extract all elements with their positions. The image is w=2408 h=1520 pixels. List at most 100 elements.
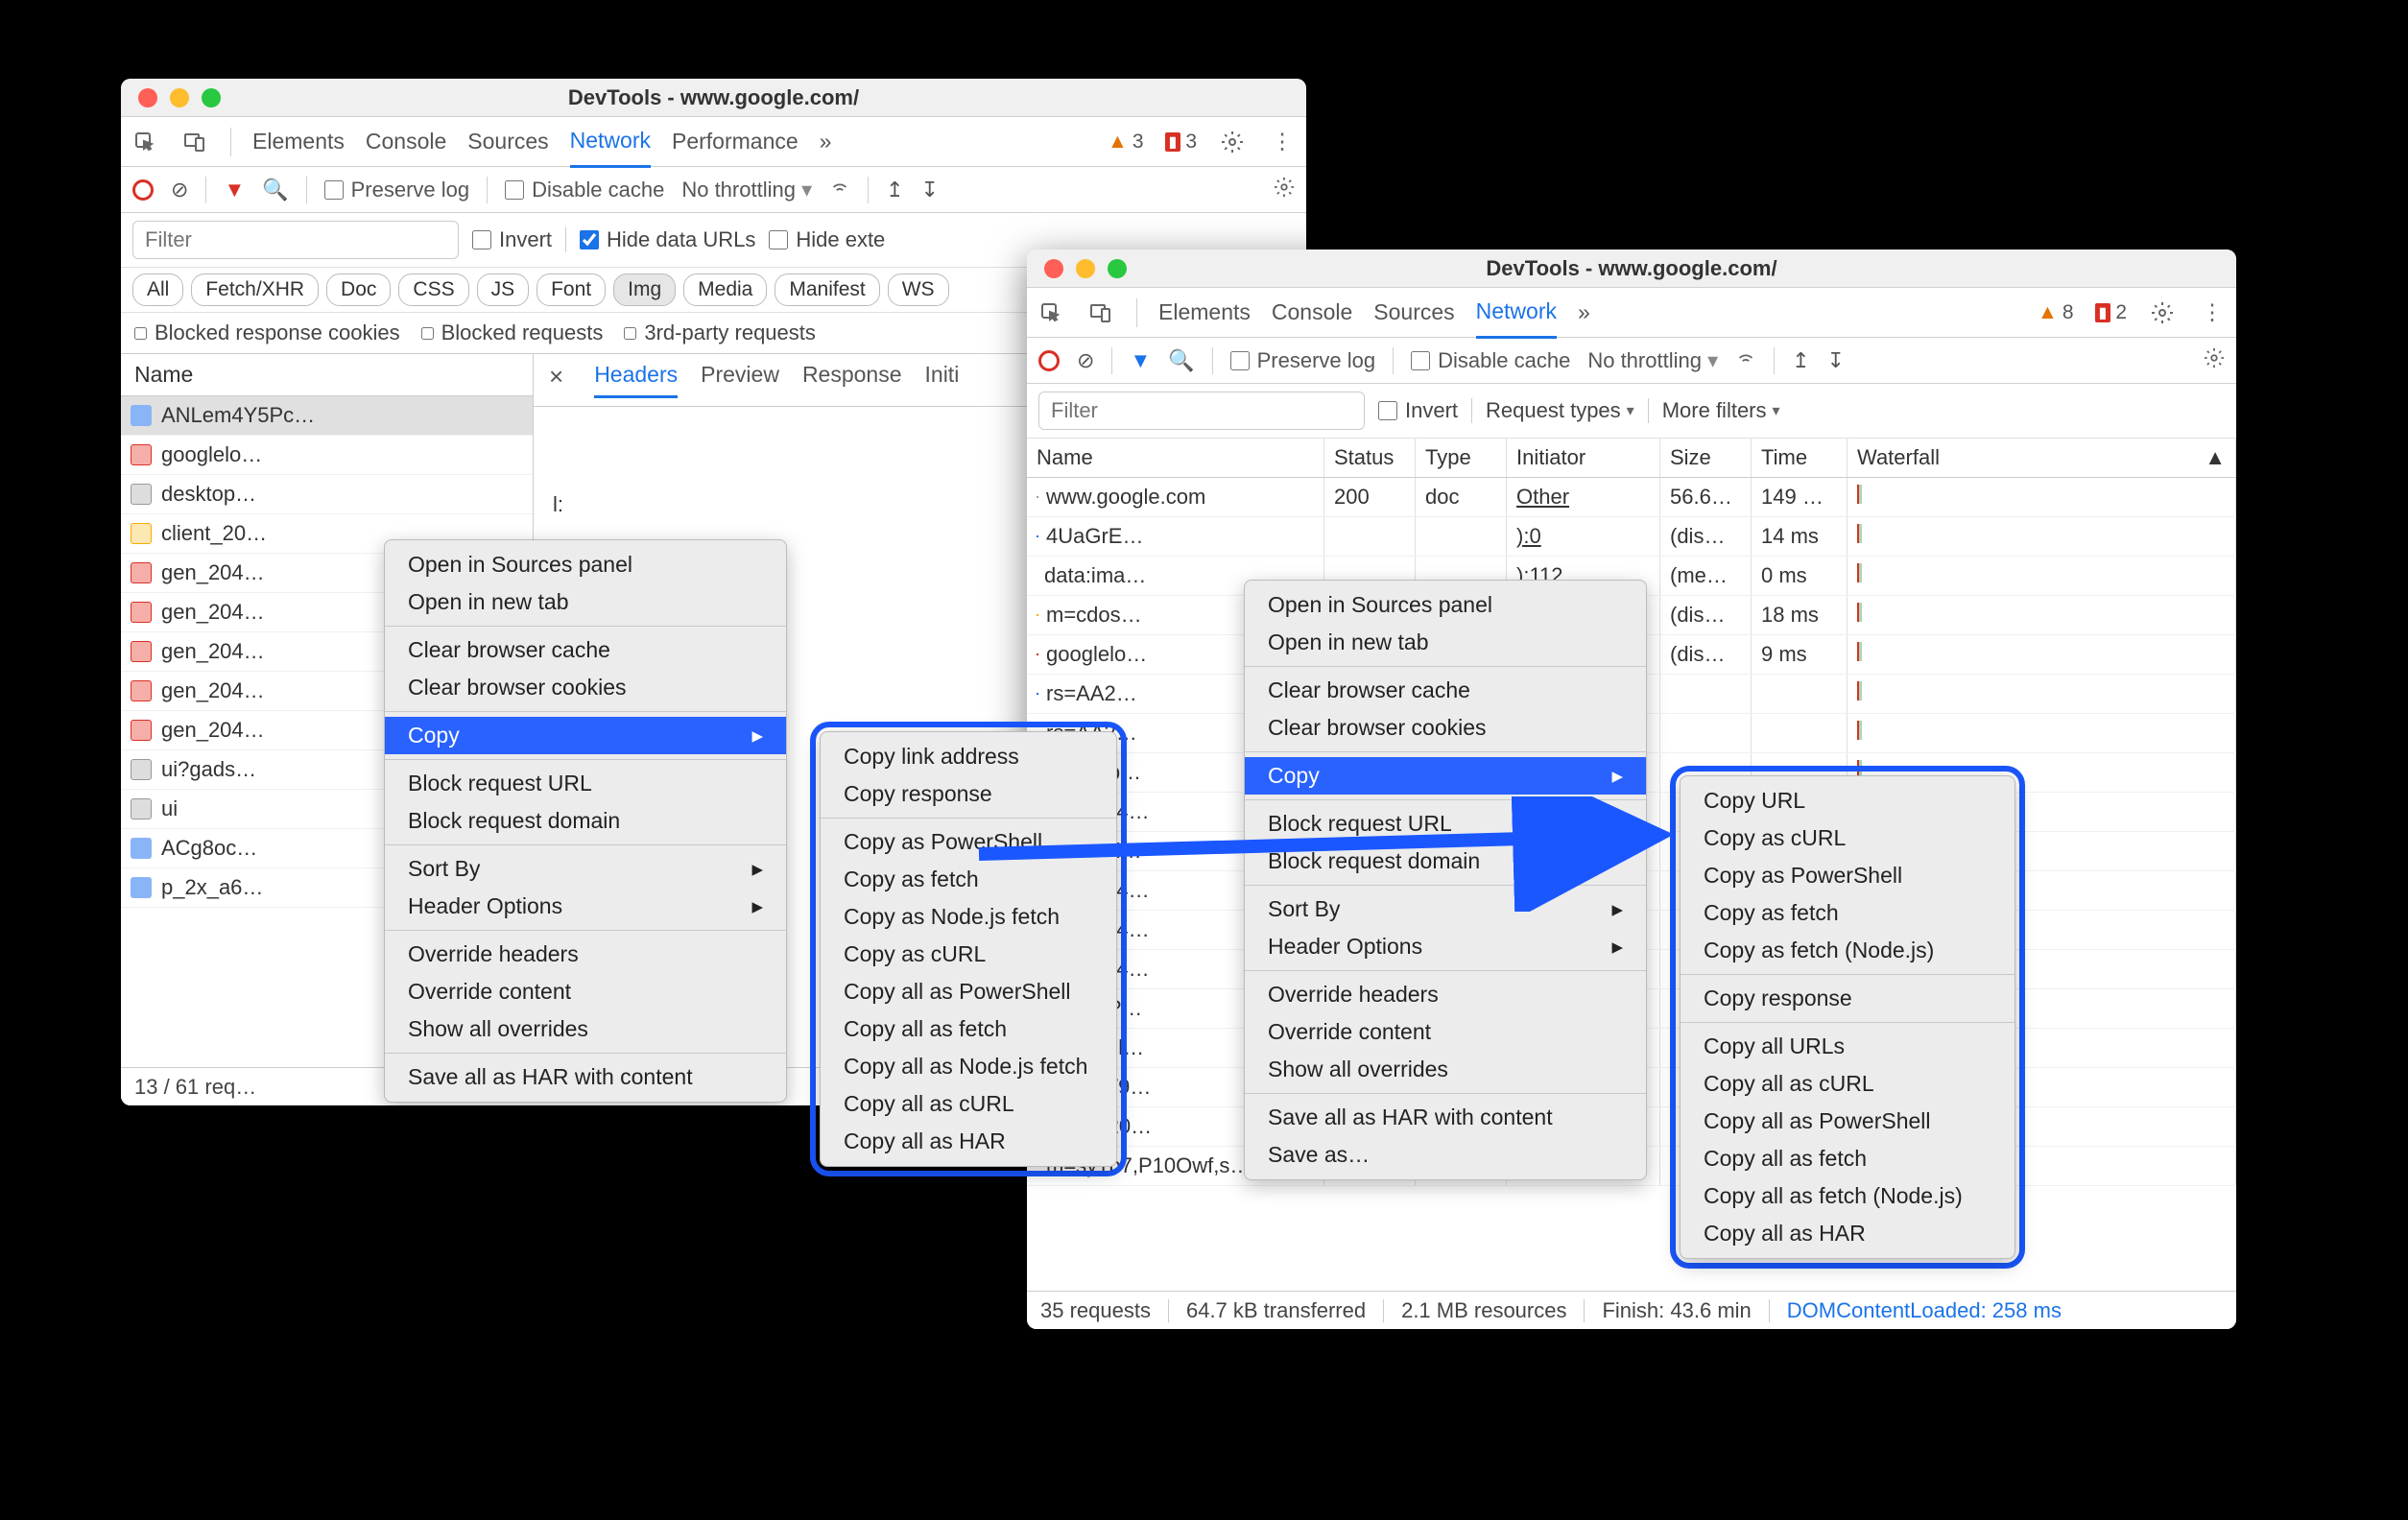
chip-all[interactable]: All — [132, 273, 183, 306]
col-time[interactable]: Time — [1752, 439, 1848, 477]
menu-item[interactable]: Copy all as cURL — [821, 1085, 1116, 1123]
throttling-dropdown[interactable]: No throttling — [1587, 348, 1718, 373]
blocked-requests-checkbox[interactable]: Blocked requests — [421, 321, 604, 345]
name-column-header[interactable]: Name — [134, 362, 193, 388]
menu-item[interactable]: Show all overrides — [385, 1010, 786, 1048]
menu-item[interactable]: Copy▸ — [385, 717, 786, 754]
menu-item[interactable]: Copy as Node.js fetch — [821, 898, 1116, 936]
menu-item[interactable]: Save as… — [1245, 1136, 1646, 1174]
issues-badge[interactable]: ▮3 — [1165, 131, 1198, 154]
menu-item[interactable]: Copy as PowerShell — [821, 823, 1116, 861]
search-icon[interactable]: 🔍 — [1168, 348, 1194, 373]
search-icon[interactable]: 🔍 — [262, 178, 288, 202]
menu-item[interactable]: Copy all as HAR — [821, 1123, 1116, 1160]
menu-item[interactable]: Copy all as cURL — [1681, 1065, 2015, 1103]
warnings-badge[interactable]: ▲3 — [1108, 131, 1143, 154]
throttling-dropdown[interactable]: No throttling — [681, 178, 812, 202]
settings-icon[interactable] — [2148, 298, 2177, 327]
kebab-icon[interactable]: ⋮ — [2198, 298, 2227, 327]
preserve-log-checkbox[interactable]: Preserve log — [1230, 348, 1376, 373]
tab-sources[interactable]: Sources — [1373, 288, 1454, 337]
tab-network[interactable]: Network — [570, 116, 651, 168]
menu-item[interactable]: Copy all as PowerShell — [821, 973, 1116, 1010]
menu-item[interactable]: Open in new tab — [385, 583, 786, 621]
inspect-icon[interactable] — [131, 128, 159, 156]
inspect-icon[interactable] — [1037, 298, 1065, 327]
hide-data-urls-checkbox[interactable]: Hide data URLs — [580, 227, 755, 252]
clear-icon[interactable]: ⊘ — [171, 178, 188, 202]
download-icon[interactable]: ↧ — [1827, 348, 1845, 373]
more-tabs-icon[interactable]: » — [1578, 299, 1590, 325]
col-waterfall[interactable]: Waterfall▲ — [1848, 439, 2236, 477]
tab-headers[interactable]: Headers — [594, 362, 678, 398]
filter-input[interactable] — [1038, 392, 1365, 430]
third-party-checkbox[interactable]: 3rd-party requests — [624, 321, 816, 345]
panel-settings-icon[interactable] — [2204, 347, 2225, 374]
menu-item[interactable]: Open in new tab — [1245, 624, 1646, 661]
disable-cache-checkbox[interactable]: Disable cache — [505, 178, 664, 202]
menu-item[interactable]: Open in Sources panel — [385, 546, 786, 583]
warnings-badge[interactable]: ▲8 — [2038, 301, 2073, 324]
more-tabs-icon[interactable]: » — [820, 129, 832, 154]
menu-item[interactable]: Clear browser cache — [1245, 672, 1646, 709]
table-row[interactable]: www.google.com 200 doc Other 56.6… 149 … — [1027, 478, 2236, 517]
col-name[interactable]: Name — [1027, 439, 1324, 477]
menu-item[interactable]: Copy as fetch (Node.js) — [1681, 932, 2015, 969]
filter-input[interactable] — [132, 221, 459, 259]
col-type[interactable]: Type — [1416, 439, 1507, 477]
table-row[interactable]: ANLem4Y5Pc… — [121, 396, 533, 436]
minimize-icon[interactable] — [1076, 259, 1095, 278]
tab-elements[interactable]: Elements — [252, 117, 345, 166]
close-icon[interactable] — [1044, 259, 1063, 278]
col-size[interactable]: Size — [1660, 439, 1752, 477]
tab-sources[interactable]: Sources — [467, 117, 548, 166]
table-row[interactable]: googlelo… — [121, 436, 533, 475]
table-row[interactable]: 4UaGrE… ):0 (dis… 14 ms — [1027, 517, 2236, 557]
table-row[interactable]: desktop… — [121, 475, 533, 514]
menu-item[interactable]: Clear browser cookies — [385, 669, 786, 706]
invert-checkbox[interactable]: Invert — [472, 227, 552, 252]
settings-icon[interactable] — [1218, 128, 1247, 156]
menu-item[interactable]: Save all as HAR with content — [385, 1058, 786, 1096]
menu-item[interactable]: Sort By▸ — [1245, 891, 1646, 928]
tab-performance[interactable]: Performance — [672, 117, 799, 166]
menu-item[interactable]: Copy as fetch — [1681, 894, 2015, 932]
zoom-icon[interactable] — [1108, 259, 1127, 278]
filter-icon[interactable]: ▼ — [1130, 348, 1151, 373]
menu-item[interactable]: Copy response — [1681, 980, 2015, 1017]
close-icon[interactable] — [138, 88, 157, 107]
chip-manifest[interactable]: Manifest — [775, 273, 879, 306]
zoom-icon[interactable] — [202, 88, 221, 107]
menu-item[interactable]: Header Options▸ — [1245, 928, 1646, 965]
blocked-cookies-checkbox[interactable]: Blocked response cookies — [134, 321, 400, 345]
menu-item[interactable]: Override headers — [1245, 976, 1646, 1013]
kebab-icon[interactable]: ⋮ — [1268, 128, 1297, 156]
minimize-icon[interactable] — [170, 88, 189, 107]
menu-item[interactable]: Override headers — [385, 936, 786, 973]
disable-cache-checkbox[interactable]: Disable cache — [1411, 348, 1570, 373]
menu-item[interactable]: Copy response — [821, 775, 1116, 813]
col-status[interactable]: Status — [1324, 439, 1416, 477]
request-types-dropdown[interactable]: Request types — [1486, 398, 1634, 423]
chip-media[interactable]: Media — [683, 273, 767, 306]
menu-item[interactable]: Block request URL — [1245, 805, 1646, 843]
menu-item[interactable]: Copy as cURL — [1681, 819, 2015, 857]
menu-item[interactable]: Copy as PowerShell — [1681, 857, 2015, 894]
menu-item[interactable]: Override content — [385, 973, 786, 1010]
preserve-log-checkbox[interactable]: Preserve log — [324, 178, 470, 202]
menu-item[interactable]: Block request URL — [385, 765, 786, 802]
menu-item[interactable]: Block request domain — [1245, 843, 1646, 880]
menu-item[interactable]: Copy all as fetch — [1681, 1140, 2015, 1177]
menu-item[interactable]: Copy▸ — [1245, 757, 1646, 795]
device-icon[interactable] — [180, 128, 209, 156]
chip-ws[interactable]: WS — [888, 273, 949, 306]
tab-elements[interactable]: Elements — [1158, 288, 1251, 337]
chip-js[interactable]: JS — [477, 273, 530, 306]
upload-icon[interactable]: ↥ — [886, 178, 903, 202]
menu-item[interactable]: Copy as fetch — [821, 861, 1116, 898]
tab-console[interactable]: Console — [1272, 288, 1352, 337]
tab-network[interactable]: Network — [1476, 287, 1557, 339]
close-detail-icon[interactable]: × — [549, 362, 563, 398]
menu-item[interactable]: Copy all as fetch (Node.js) — [1681, 1177, 2015, 1215]
menu-item[interactable]: Open in Sources panel — [1245, 586, 1646, 624]
